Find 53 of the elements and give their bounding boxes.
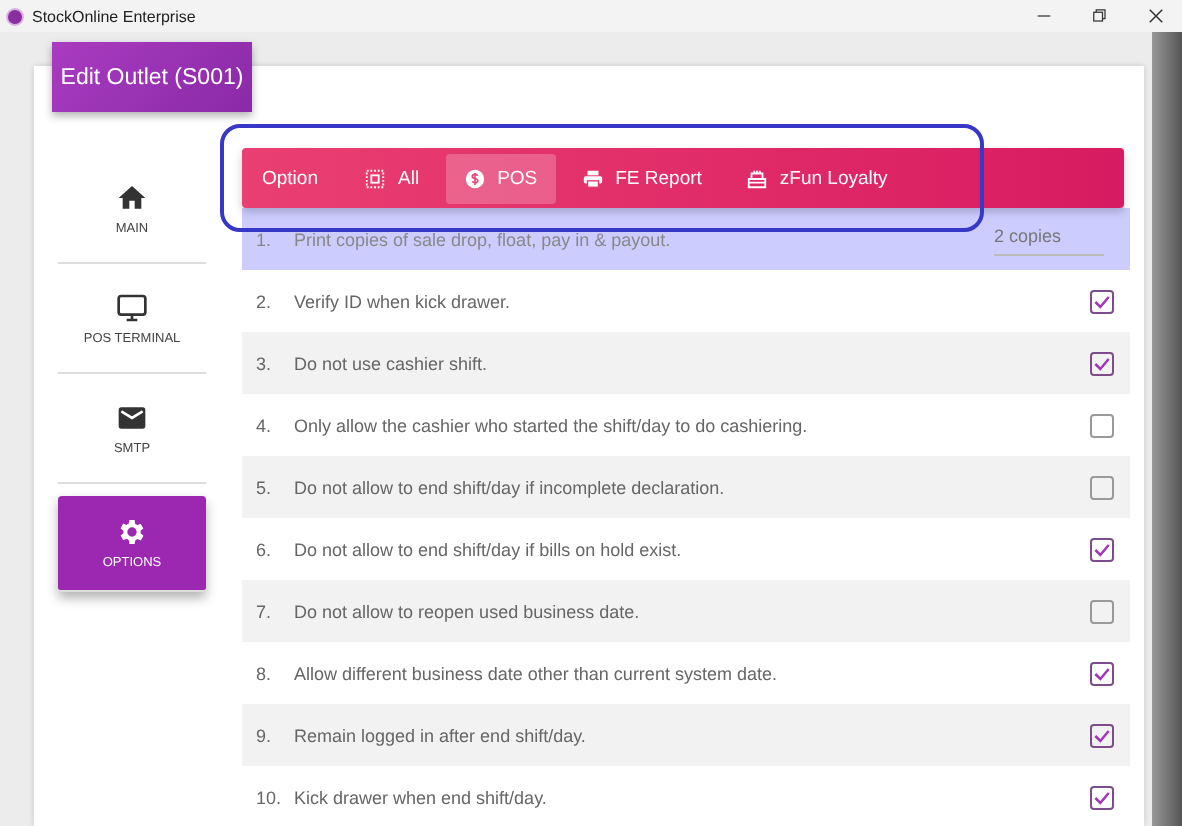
option-text: Do not use cashier shift. — [294, 353, 490, 373]
checkbox[interactable] — [1090, 599, 1114, 623]
page-header: Edit Outlet (S001) — [52, 42, 252, 112]
row-number: 3. — [256, 353, 274, 373]
row-number: 1. — [256, 229, 274, 249]
checkbox[interactable] — [1090, 289, 1114, 313]
window-title: StockOnline Enterprise — [32, 7, 196, 25]
cake-icon — [745, 167, 768, 189]
value-field[interactable]: 2 copies — [994, 222, 1104, 256]
monitor-icon — [116, 291, 148, 323]
home-icon — [116, 181, 148, 213]
option-row[interactable]: 1. Print copies of sale drop, float, pay in & payout. 2 copies — [242, 208, 1130, 270]
dollar-icon — [463, 167, 486, 189]
envelope-icon — [116, 401, 148, 433]
option-text: Allow different business date other than current system date. — [294, 663, 779, 683]
checkbox[interactable] — [1090, 723, 1114, 747]
toolbar-tab[interactable]: zFun Loyalty — [727, 153, 906, 203]
option-text: Do not allow to reopen used business date. — [294, 601, 642, 621]
option-row[interactable]: 9. Remain logged in after end shift/day. — [242, 704, 1130, 766]
option-text: Kick drawer when end shift/day. — [294, 787, 549, 807]
gear-icon — [116, 516, 148, 548]
checkbox[interactable] — [1090, 351, 1114, 375]
checkbox[interactable] — [1090, 785, 1114, 809]
row-number: 10. — [256, 787, 280, 807]
row-number: 2. — [256, 291, 274, 311]
toolbar-label: Option — [262, 167, 318, 189]
option-row[interactable]: 7. Do not allow to reopen used business date. — [242, 580, 1130, 642]
toolbar-tab[interactable]: POS — [445, 153, 556, 203]
row-number: 7. — [256, 601, 274, 621]
restore-icon — [1090, 6, 1110, 26]
option-text: Only allow the cashier who started the shift/day to do cashiering. — [294, 415, 810, 435]
option-text: Print copies of sale drop, float, pay in & payout. — [294, 229, 673, 249]
option-text: Do not allow to end shift/day if bills on hold exist. — [294, 539, 684, 559]
option-text: Do not allow to end shift/day if incomplete declaration. — [294, 477, 727, 497]
checkbox[interactable] — [1090, 661, 1114, 685]
close-icon — [1146, 6, 1166, 26]
row-number: 4. — [256, 415, 274, 435]
row-number: 6. — [256, 539, 274, 559]
dotted-square-icon — [364, 167, 386, 189]
toolbar-tab[interactable]: FE Report — [563, 153, 720, 203]
checkbox[interactable] — [1090, 475, 1114, 499]
option-row[interactable]: 3. Do not use cashier shift. — [242, 332, 1130, 394]
app-logo-icon — [6, 7, 24, 25]
option-text: Verify ID when kick drawer. — [294, 291, 513, 311]
checkbox[interactable] — [1090, 537, 1114, 561]
checkbox[interactable] — [1090, 413, 1114, 437]
printer-icon — [581, 167, 604, 189]
option-row[interactable]: 5. Do not allow to end shift/day if incomplete declaration. — [242, 456, 1130, 518]
row-number: 5. — [256, 477, 274, 497]
row-number: 8. — [256, 663, 274, 683]
toolbar-tab[interactable]: All — [346, 153, 438, 203]
option-text: Remain logged in after end shift/day. — [294, 725, 588, 745]
row-number: 9. — [256, 725, 274, 745]
